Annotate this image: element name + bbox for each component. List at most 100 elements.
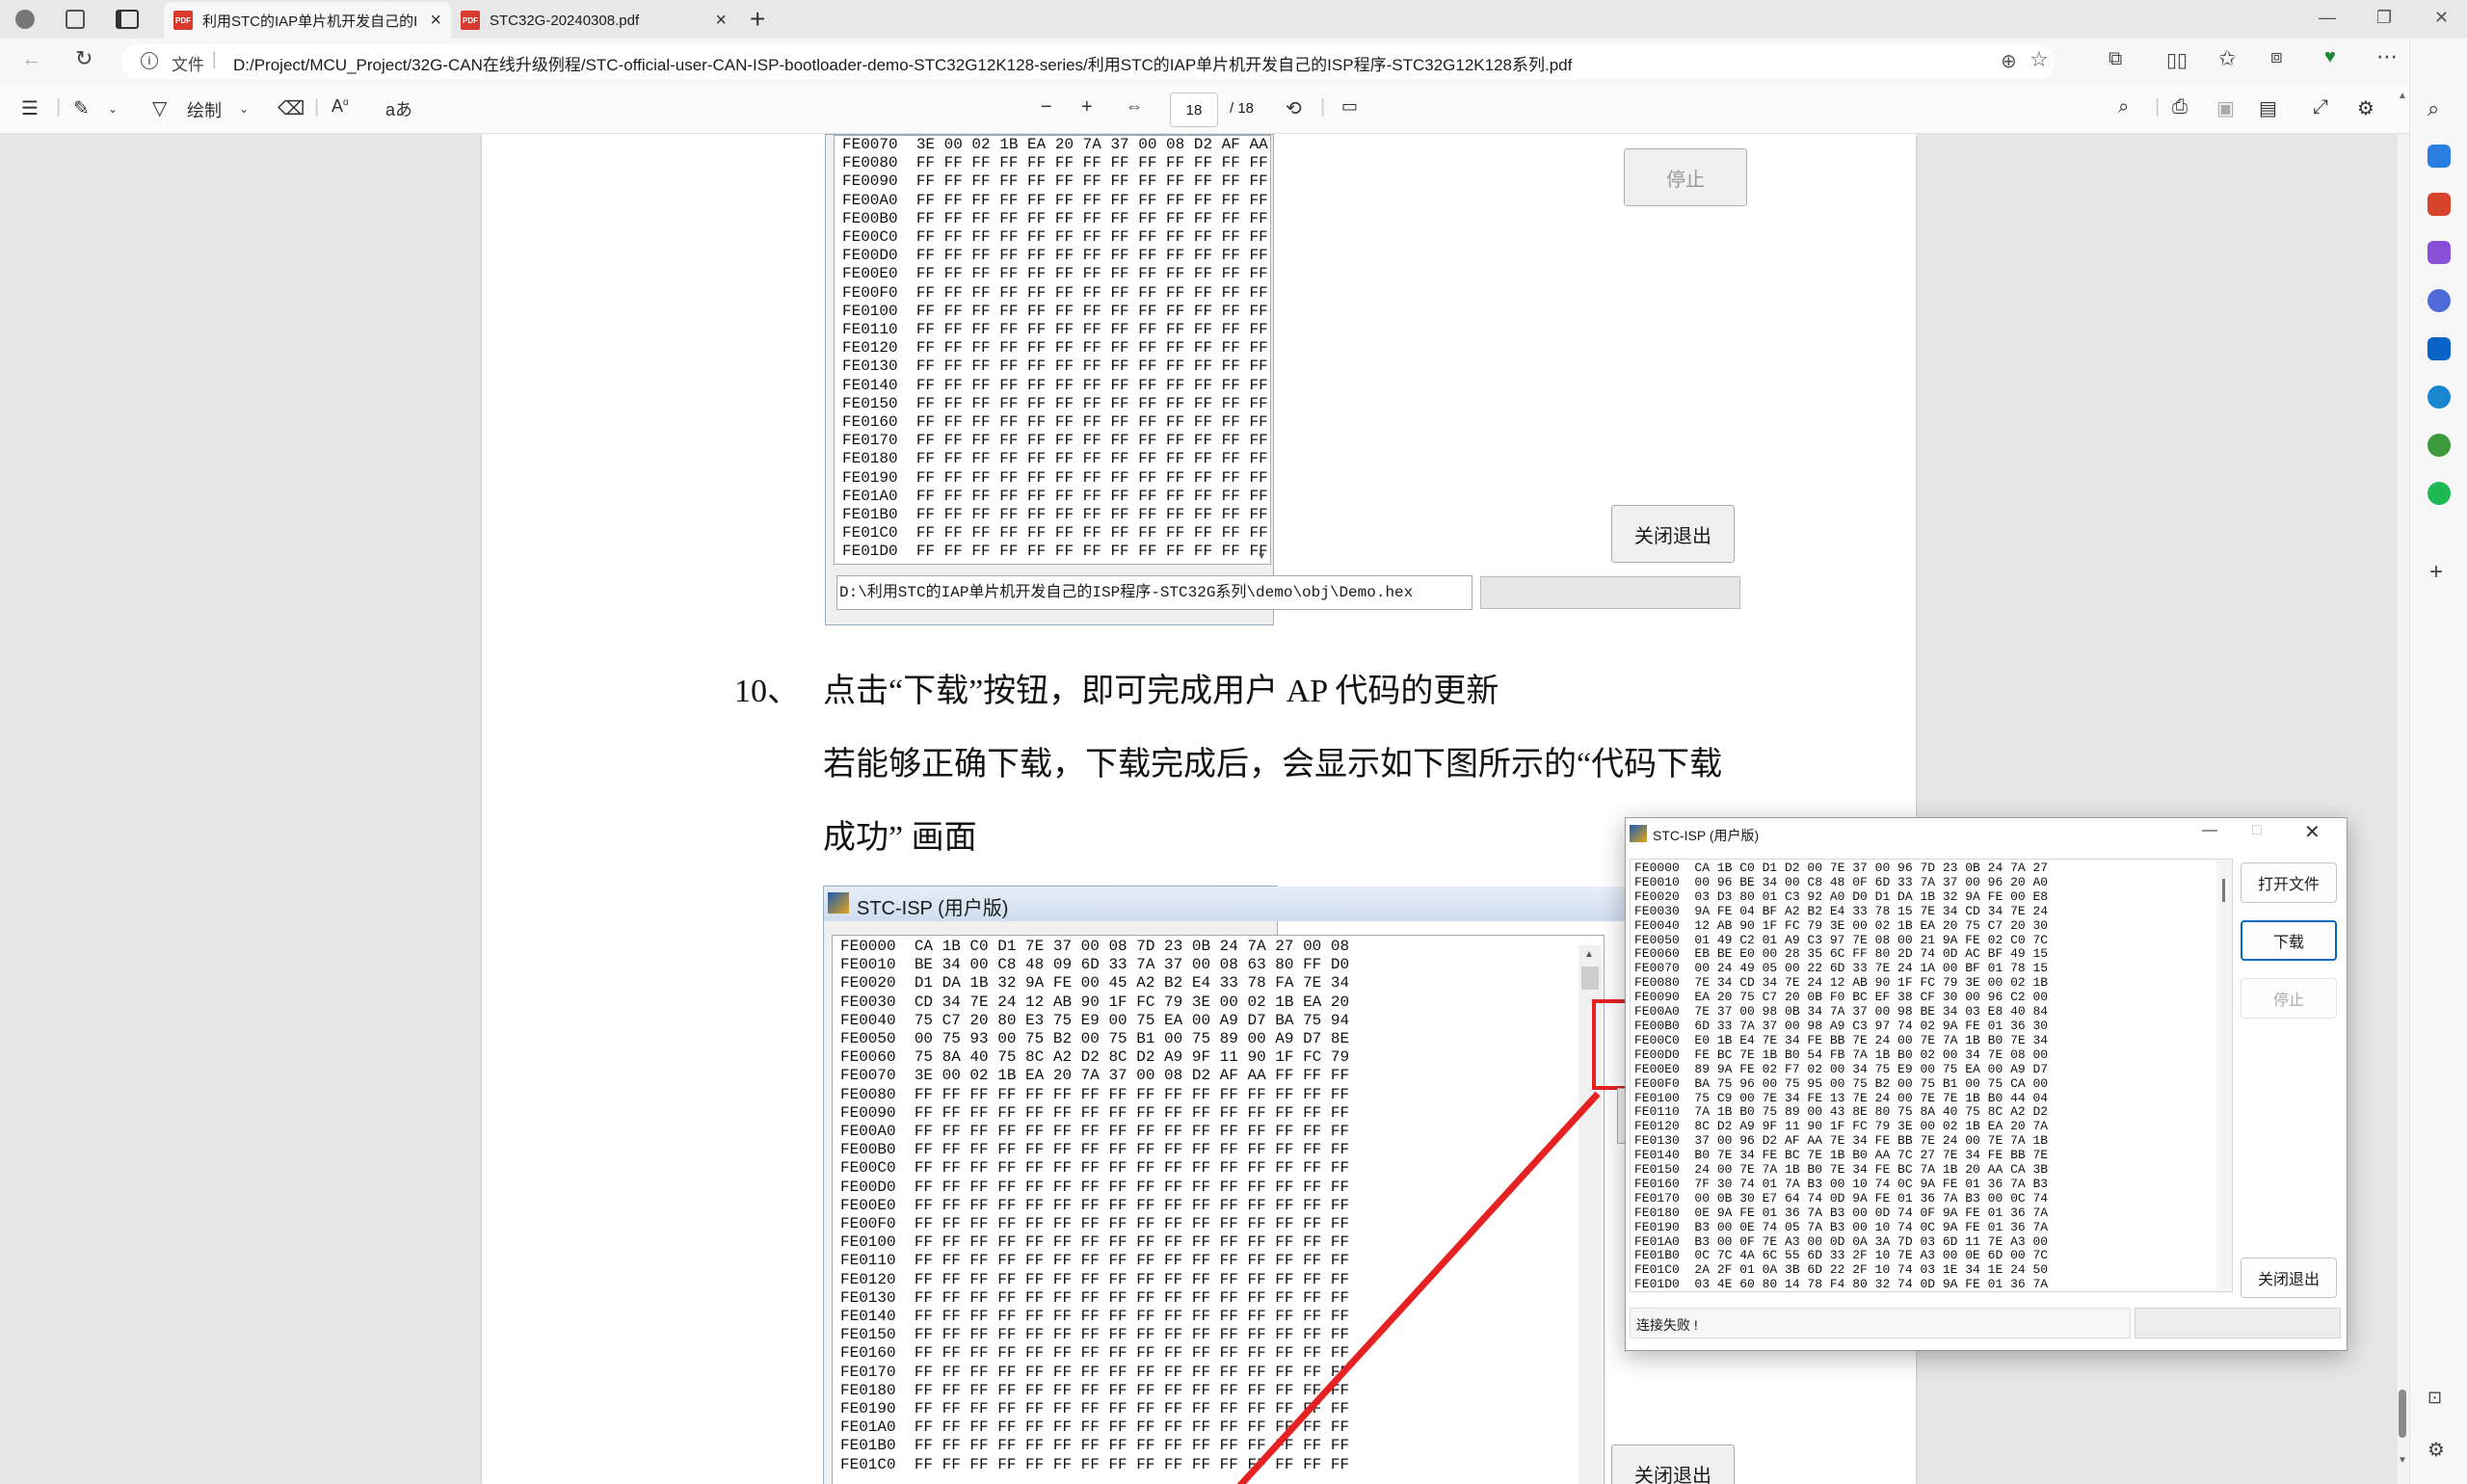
scroll-down-icon[interactable]: ▼ (1257, 551, 1266, 562)
url-field[interactable]: i 文件 | D:/Project/MCU_Project/32G-CAN在线升… (121, 44, 2055, 79)
close-exit-button[interactable]: 关闭退出 (1611, 505, 1735, 563)
settings-icon[interactable]: ⚙ (2357, 96, 2374, 120)
save-icon[interactable]: ▣ (2216, 96, 2235, 120)
contents-icon[interactable]: ☰ (21, 96, 39, 120)
tools-icon[interactable] (2427, 193, 2451, 216)
search-icon[interactable]: ⌕ (2427, 96, 2439, 121)
hex-line: FE0050 00 75 93 00 75 B2 00 75 B1 00 75 … (840, 1030, 1350, 1048)
highlight-box (1592, 999, 1625, 1090)
hex-line: FE00E0 89 9A FE 02 F7 02 00 34 75 E9 00 … (1634, 1061, 2049, 1076)
hex-line: FE0090 EA 20 75 C7 20 0B F0 BC EF 38 CF … (1634, 990, 2049, 1005)
outlook-icon[interactable] (2427, 337, 2451, 360)
page-view-icon[interactable]: ▭ (1341, 96, 1358, 117)
print-icon[interactable]: ⎙ (2172, 96, 2188, 119)
read-aloud-icon[interactable]: Aɑ (332, 96, 349, 117)
tab-2[interactable]: PDF STC32G-20240308.pdf × (451, 2, 736, 39)
close-icon[interactable]: ✕ (2304, 820, 2321, 844)
info-icon[interactable]: i (141, 52, 158, 69)
tree-icon[interactable] (2427, 434, 2451, 457)
tab-2-label: STC32G-20240308.pdf (490, 12, 640, 29)
collections-icon[interactable]: ⧈ (2270, 46, 2283, 68)
screenshot-icon[interactable]: ⊡ (2427, 1388, 2442, 1408)
dialog-title: STC-ISP (用户版) (1653, 828, 1760, 843)
scrollbar-thumb[interactable] (1581, 967, 1599, 990)
hex-line: FE0110 FF FF FF FF FF FF FF FF FF FF FF … (842, 321, 1268, 339)
file-label: 文件 (172, 56, 204, 74)
progress-bar (2135, 1308, 2341, 1338)
open-file-label: 打开文件 (2257, 877, 2320, 893)
hex-line: FE00E0 FF FF FF FF FF FF FF FF FF FF FF … (842, 265, 1268, 283)
hex-line: FE01B0 0C 7C 4A 6C 55 6D 33 2F 10 7E A3 … (1634, 1248, 2049, 1263)
workspaces-icon[interactable] (66, 10, 85, 29)
extensions-icon[interactable]: ⧉ (2109, 48, 2122, 70)
back-icon[interactable]: ← (21, 46, 42, 71)
download-button[interactable]: 下载 (2241, 920, 2337, 961)
hex-line: FE01C0 FF FF FF FF FF FF FF FF FF FF FF … (842, 524, 1268, 543)
hex-line: FE0010 00 96 BE 34 00 C8 48 0F 6D 33 7A … (1634, 874, 2049, 889)
chevron-down-icon[interactable]: ⌄ (239, 102, 249, 116)
chevron-down-icon[interactable]: ⌄ (108, 102, 118, 116)
tab-1[interactable]: PDF 利用STC的IAP单片机开发自己的I × (164, 2, 451, 39)
zoom-icon[interactable]: ⊕ (2001, 49, 2017, 73)
draw-icon[interactable]: ▽ (152, 96, 167, 120)
pdf-icon: PDF (461, 11, 480, 30)
scroll-down-icon[interactable]: ▼ (2398, 1455, 2407, 1466)
zoom-out-icon[interactable]: − (1041, 96, 1052, 119)
games-icon[interactable] (2427, 241, 2451, 264)
split-screen-icon[interactable]: ▯▯ (2166, 48, 2188, 72)
close-icon[interactable]: × (715, 10, 727, 32)
minimize-icon[interactable]: — (2202, 822, 2217, 839)
restore-icon[interactable]: ❐ (2376, 8, 2392, 28)
scrollbar-thumb[interactable] (2222, 879, 2225, 902)
close-icon[interactable]: × (430, 10, 441, 32)
hex-line: FE01B0 FF FF FF FF FF FF FF FF FF FF FF … (842, 506, 1268, 524)
hex-line: FE0170 00 0B 30 E7 64 74 0D 9A FE 01 36 … (1634, 1190, 2049, 1206)
highlight-icon[interactable]: ✎ (73, 96, 90, 120)
stop-label: 停止 (2272, 993, 2304, 1009)
paragraph-line-2: 成功” 画面 (823, 820, 977, 856)
favorites-icon[interactable]: ✩ (2218, 46, 2236, 71)
zoom-in-icon[interactable]: + (1081, 96, 1093, 119)
eraser-icon[interactable]: ⌫ (278, 96, 305, 120)
hex-line: FE00F0 FF FF FF FF FF FF FF FF FF FF FF … (842, 283, 1268, 302)
file-path-text: D:\利用STC的IAP单片机开发自己的ISP程序-STC32G系列\demo\… (839, 584, 1414, 601)
fit-width-icon[interactable]: ⇔ (1126, 96, 1143, 117)
fullscreen-icon[interactable]: ⤢ (2313, 96, 2328, 119)
telegram-icon[interactable] (2427, 385, 2451, 409)
stop-button: 停止 (2241, 978, 2337, 1019)
vertical-tabs-icon[interactable] (116, 10, 139, 29)
rotate-icon[interactable]: ⟲ (1286, 96, 1302, 120)
page-number-input[interactable]: 18 (1170, 93, 1218, 127)
profile-icon[interactable] (15, 10, 35, 29)
search-icon[interactable]: ⌕ (2118, 96, 2129, 119)
close-window-icon[interactable]: ✕ (2434, 8, 2449, 28)
refresh-icon[interactable]: ↻ (75, 46, 93, 71)
browser-essentials-icon[interactable]: ♥ (2324, 46, 2336, 68)
sidebar-settings-icon[interactable]: ⚙ (2427, 1438, 2445, 1462)
bottom-screenshot: STC-ISP (用户版) FE0000 CA 1B C0 D1 7E 37 0… (823, 886, 1788, 1484)
edge-sidebar: ⌕ + ⊡ ⚙ (2409, 39, 2467, 1484)
scrollbar[interactable] (2216, 860, 2232, 1291)
more-icon[interactable]: ⋯ (2376, 44, 2398, 69)
shopping-icon[interactable] (2427, 145, 2451, 168)
stop-button[interactable]: 停止 (1624, 148, 1747, 206)
favorite-icon[interactable]: ☆ (2029, 47, 2049, 72)
close-exit-button[interactable]: 关闭退出 (2241, 1258, 2337, 1298)
new-tab-button[interactable]: + (750, 4, 765, 35)
viewer-scrollbar-thumb[interactable] (2399, 1390, 2406, 1438)
translate-icon[interactable]: aあ (385, 96, 412, 121)
microsoft365-icon[interactable] (2427, 289, 2451, 312)
add-icon[interactable]: + (2429, 559, 2443, 586)
open-file-button[interactable]: 打开文件 (2241, 862, 2337, 903)
minimize-icon[interactable]: — (2319, 8, 2336, 28)
draw-label[interactable]: 绘制 (187, 97, 222, 122)
hex-line: FE00D0 FF FF FF FF FF FF FF FF FF FF FF … (842, 247, 1268, 265)
stop-label: 停止 (1666, 169, 1705, 191)
download-label: 下载 (2272, 935, 2304, 951)
hex-line: FE00B0 FF FF FF FF FF FF FF FF FF FF FF … (842, 209, 1268, 227)
address-bar: ← ↻ i 文件 | D:/Project/MCU_Project/32G-CA… (0, 39, 2467, 85)
save-as-icon[interactable]: ▤ (2259, 96, 2277, 120)
scroll-up-icon[interactable]: ▲ (2398, 91, 2407, 101)
spotify-icon[interactable] (2427, 482, 2451, 505)
hex-line: FE0110 7A 1B B0 75 89 00 43 8E 80 75 8A … (1634, 1104, 2049, 1120)
